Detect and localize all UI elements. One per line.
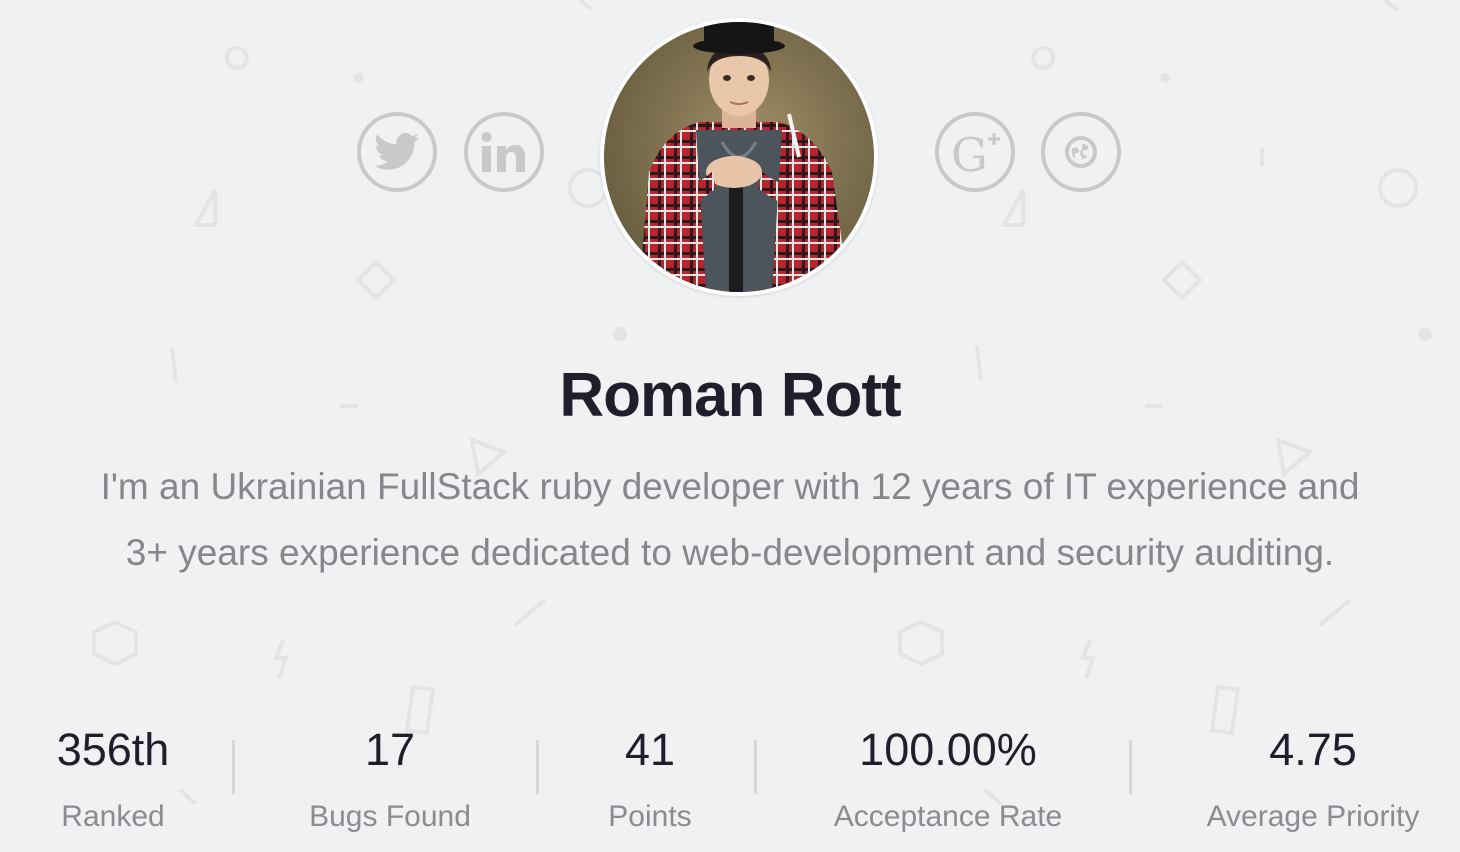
stat-acceptance-rate: 100.00% Acceptance Rate [800, 720, 1096, 837]
svg-text:G: G [951, 129, 988, 175]
profile-bio: I'm an Ukrainian FullStack ruby develope… [100, 466, 1360, 573]
stat-value: 356th [56, 724, 170, 775]
stat-divider [1129, 740, 1132, 794]
twitter-button[interactable] [357, 112, 437, 192]
stat-label: Average Priority [1206, 800, 1420, 833]
stat-label: Ranked [61, 800, 165, 833]
stat-value: 41 [624, 724, 676, 775]
twitter-icon [374, 133, 420, 170]
stat-divider [232, 740, 235, 794]
stat-label: Points [608, 800, 692, 833]
linkedin-icon [481, 132, 525, 172]
stat-value: 100.00% [859, 724, 1037, 775]
stat-bugs-found: 17 Bugs Found [280, 720, 500, 837]
stat-ranked: 356th Ranked [28, 720, 198, 837]
stat-label: Acceptance Rate [833, 800, 1063, 833]
google-plus-icon: G [951, 129, 1000, 175]
stat-points: 41 Points [570, 720, 730, 837]
linkedin-button[interactable] [464, 112, 544, 192]
stat-divider [536, 740, 539, 794]
stat-label: Bugs Found [309, 800, 471, 833]
google-plus-button[interactable]: G [935, 112, 1015, 192]
website-icon [1065, 136, 1097, 168]
stat-value: 4.75 [1269, 724, 1357, 775]
stat-divider [754, 740, 757, 794]
website-button[interactable] [1041, 112, 1121, 192]
stat-value: 17 [364, 724, 416, 775]
profile-avatar [600, 18, 878, 296]
profile-name: Roman Rott [559, 361, 901, 430]
stat-average-priority: 4.75 Average Priority [1170, 720, 1456, 837]
